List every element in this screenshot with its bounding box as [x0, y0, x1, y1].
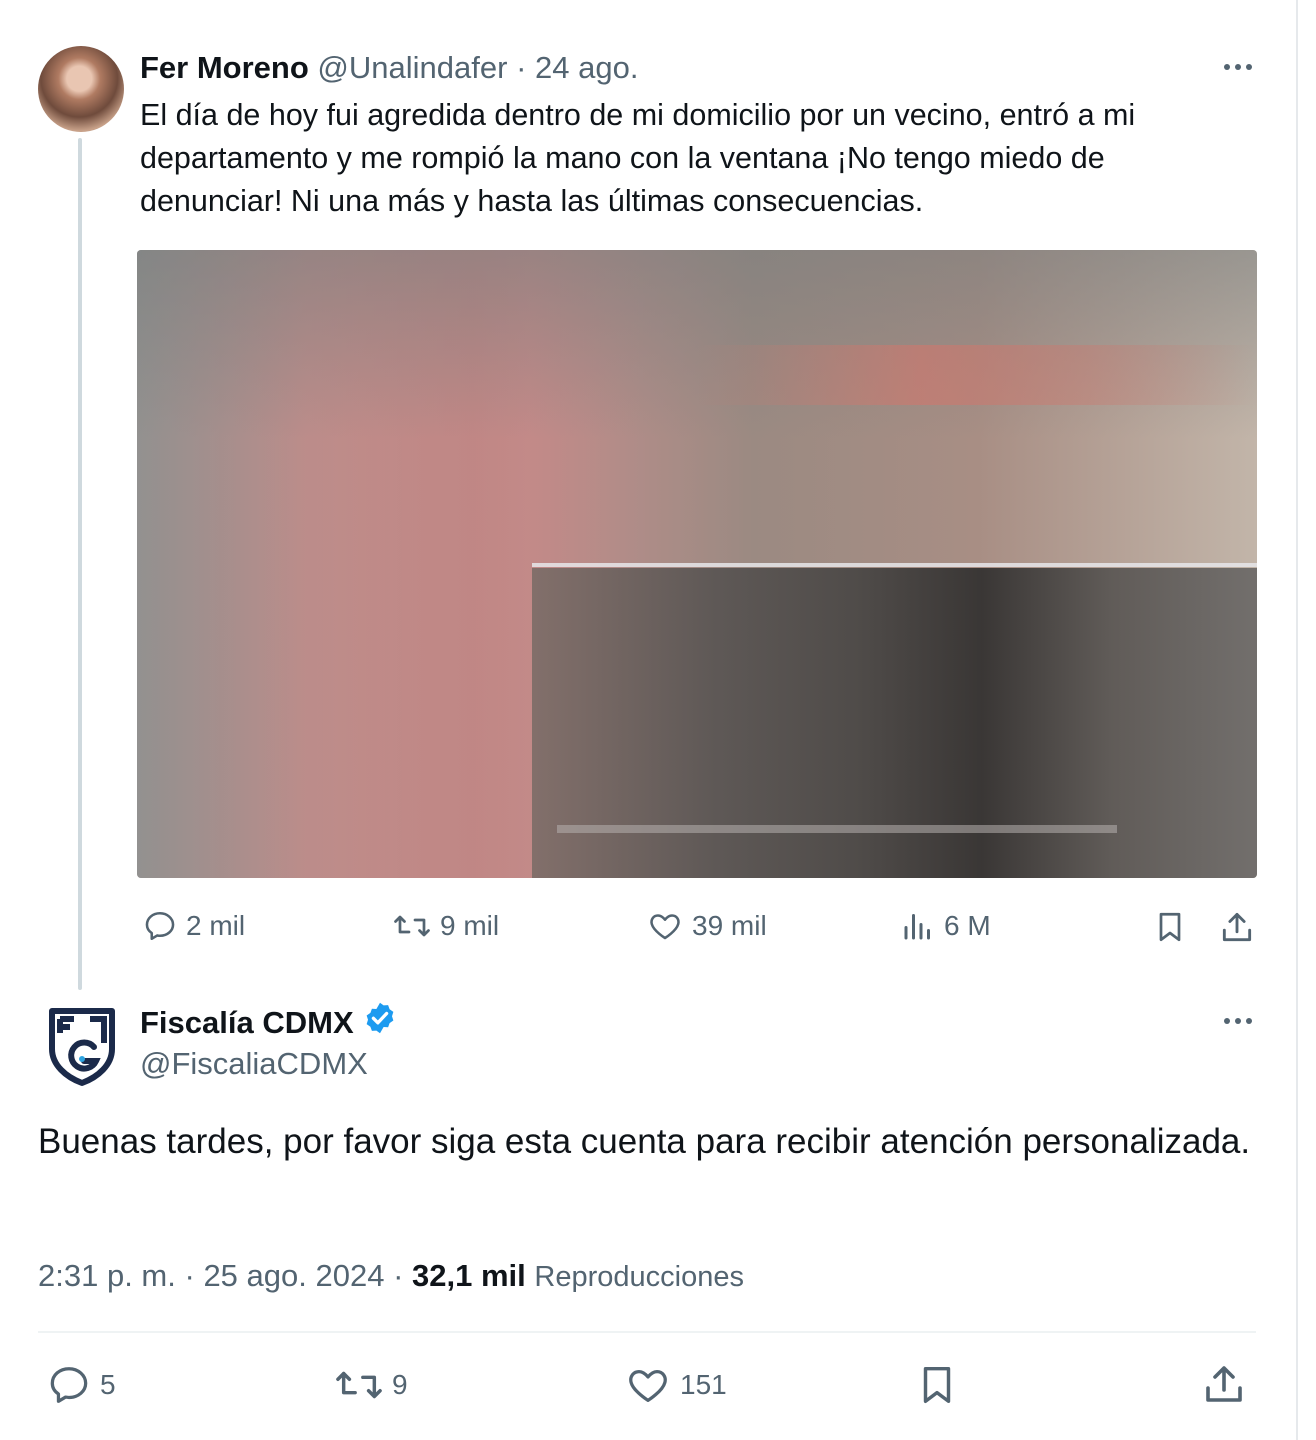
reply-count: 5	[100, 1369, 116, 1400]
separator: ·	[516, 50, 527, 85]
verified-icon	[362, 1000, 398, 1046]
share-icon	[1200, 1360, 1248, 1408]
media-blur-layer	[532, 563, 1257, 567]
like-count: 39 mil	[692, 910, 767, 941]
tweet1-header: Fer Moreno @Unalindafer · 24 ago.	[140, 48, 638, 88]
separator: ·	[393, 1258, 404, 1293]
share-button[interactable]	[1218, 908, 1256, 946]
separator: ·	[184, 1258, 195, 1293]
divider	[38, 1331, 1256, 1333]
like-icon	[646, 908, 684, 944]
handle[interactable]: @Unalindafer	[317, 50, 507, 85]
reply-button[interactable]: 2 mil	[142, 908, 245, 944]
bookmark-icon	[1152, 908, 1188, 946]
share-icon	[1218, 908, 1256, 946]
reply-button[interactable]: 5	[46, 1362, 116, 1408]
tweet-date[interactable]: 24 ago.	[535, 50, 638, 85]
views-icon	[900, 908, 936, 944]
reply-icon	[46, 1362, 92, 1408]
like-count: 151	[680, 1369, 727, 1400]
media-blur-layer	[697, 345, 1257, 405]
bookmark-button[interactable]	[914, 1360, 960, 1410]
retweet-count: 9	[392, 1369, 408, 1400]
bookmark-icon	[914, 1360, 960, 1410]
fiscalia-logo-avatar[interactable]	[42, 1003, 122, 1087]
avatar[interactable]	[38, 46, 124, 132]
more-icon[interactable]	[1218, 1014, 1258, 1028]
more-icon[interactable]	[1218, 60, 1258, 74]
like-icon	[624, 1362, 672, 1408]
tweet-text: Buenas tardes, por favor siga esta cuent…	[38, 1122, 1251, 1161]
display-name[interactable]: Fiscalía CDMX	[140, 1003, 354, 1043]
bookmark-button[interactable]	[1152, 908, 1188, 946]
tweet-text: El día de hoy fui agredida dentro de mi …	[140, 98, 1136, 218]
views-label: Reproducciones	[534, 1261, 744, 1293]
media-blur-layer	[557, 825, 1117, 833]
display-name[interactable]: Fer Moreno	[140, 50, 309, 85]
tweet-date[interactable]: 25 ago. 2024	[203, 1258, 384, 1293]
views-count: 6 M	[944, 910, 991, 941]
tweet2-header: Fiscalía CDMX	[140, 1000, 398, 1046]
like-button[interactable]: 151	[624, 1362, 727, 1408]
like-button[interactable]: 39 mil	[646, 908, 767, 944]
retweet-count: 9 mil	[440, 910, 500, 941]
retweet-button[interactable]: 9	[334, 1362, 408, 1408]
retweet-icon	[392, 908, 432, 944]
reply-count: 2 mil	[186, 910, 246, 941]
views-count: 32,1 mil	[412, 1258, 526, 1293]
reply-icon	[142, 908, 178, 944]
share-button[interactable]	[1200, 1360, 1248, 1408]
tweet-media-image[interactable]	[137, 250, 1257, 878]
tweet-time[interactable]: 2:31 p. m.	[38, 1258, 176, 1293]
views-button[interactable]: 6 M	[900, 908, 991, 944]
thread-line	[78, 138, 82, 990]
retweet-button[interactable]: 9 mil	[392, 908, 499, 944]
retweet-icon	[334, 1362, 384, 1408]
handle[interactable]: @FiscaliaCDMX	[140, 1044, 368, 1084]
tweet-meta: 2:31 p. m. · 25 ago. 2024 · 32,1 mil Rep…	[38, 1256, 744, 1297]
